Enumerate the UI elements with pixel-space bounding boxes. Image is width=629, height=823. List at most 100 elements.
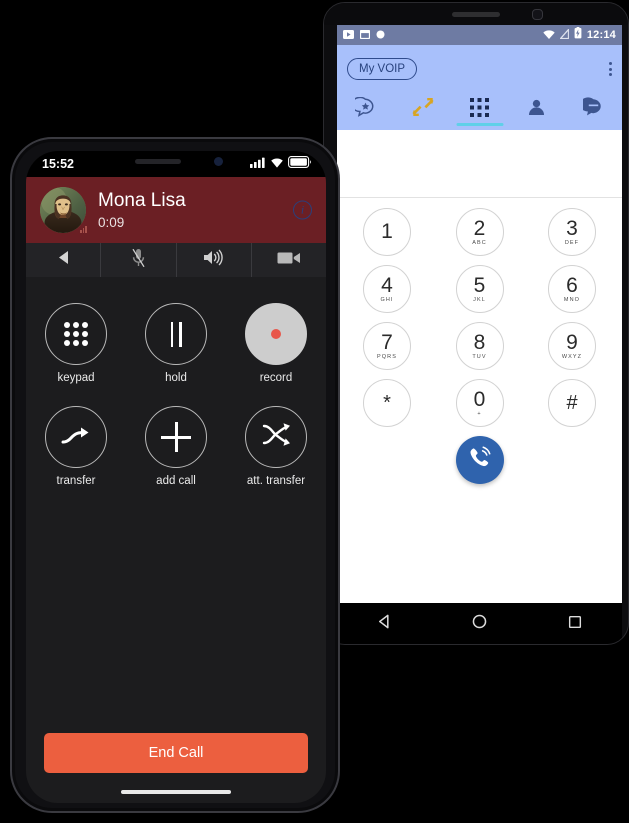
- android-app-bar: My VOIP: [337, 45, 622, 93]
- microphone-muted-icon: [131, 248, 146, 273]
- dial-key-1[interactable]: 1: [363, 208, 411, 256]
- dial-key-letters: ABC: [472, 239, 487, 246]
- dial-key-7[interactable]: 7 PQRS: [363, 322, 411, 370]
- caller-avatar-wrap: [40, 187, 87, 233]
- record-dot-icon: [271, 329, 281, 339]
- overflow-menu-icon[interactable]: [609, 62, 612, 76]
- android-phone: 12:14 My VOIP 1 2 ABC 3 DEF 4 GHI 5 JKL …: [323, 2, 629, 645]
- speech-bubble-star-icon: [351, 96, 376, 123]
- tab-history[interactable]: [394, 93, 451, 126]
- wifi-icon: [270, 155, 284, 173]
- dial-key-digit: 3: [566, 216, 578, 240]
- hold-action: hold: [134, 303, 218, 384]
- caller-name: Mona Lisa: [98, 190, 186, 212]
- account-selector-button[interactable]: My VOIP: [347, 57, 418, 81]
- dial-key-hash[interactable]: #: [548, 379, 596, 427]
- recents-icon[interactable]: [567, 614, 583, 635]
- android-navigation-bar: [337, 603, 622, 644]
- dial-key-5[interactable]: 5 JKL: [455, 265, 504, 313]
- record-label: record: [259, 372, 293, 384]
- dialed-number-field[interactable]: [337, 130, 622, 198]
- transfer-button[interactable]: [45, 406, 107, 468]
- video-icon: [343, 26, 354, 44]
- video-button[interactable]: [252, 243, 326, 277]
- dial-key-6[interactable]: 6 MNO: [548, 265, 596, 313]
- iphone-notch: [101, 151, 251, 173]
- end-call-button[interactable]: End Call: [44, 733, 308, 773]
- android-phone-top-bezel: [324, 3, 628, 25]
- in-call-toolbar: [26, 243, 326, 277]
- mona-lisa-avatar: [40, 187, 86, 233]
- wifi-icon: [543, 26, 555, 44]
- active-tab-indicator: [456, 123, 503, 126]
- tab-messages[interactable]: [565, 93, 622, 126]
- iphone-status-right-icons: [250, 155, 312, 173]
- dial-key-letters: MNO: [563, 296, 581, 303]
- dial-key-letters: DEF: [564, 239, 580, 246]
- record-button[interactable]: [245, 303, 307, 365]
- android-status-bar: 12:14: [337, 25, 622, 45]
- iphone-clock: 15:52: [42, 157, 74, 171]
- tab-contacts[interactable]: [508, 93, 565, 126]
- android-front-camera: [532, 9, 543, 20]
- mute-button[interactable]: [101, 243, 177, 277]
- caller-info: Mona Lisa 0:09: [98, 190, 186, 230]
- dot-icon: [376, 26, 385, 44]
- dial-key-0[interactable]: 0 +: [455, 379, 504, 427]
- iphone-front-camera: [214, 157, 223, 166]
- keypad-label: keypad: [57, 372, 95, 384]
- keypad-button[interactable]: [45, 303, 107, 365]
- transfer-action: transfer: [34, 406, 118, 487]
- pause-bars-icon: [170, 321, 182, 347]
- iphone-earpiece-speaker: [135, 159, 181, 164]
- back-button[interactable]: [26, 243, 102, 277]
- dial-key-3[interactable]: 3 DEF: [548, 208, 596, 256]
- active-call-header: Mona Lisa 0:09 i: [26, 177, 326, 243]
- dial-key-8[interactable]: 8 TUV: [455, 322, 504, 370]
- dial-key-letters: PQRS: [377, 353, 397, 360]
- battery-charging-icon: [574, 26, 582, 44]
- iphone-home-indicator[interactable]: [121, 790, 231, 794]
- call-action-row: keypad hold record: [26, 303, 326, 384]
- dial-key-star[interactable]: *: [363, 379, 411, 427]
- dial-key-digit: #: [566, 392, 578, 414]
- android-earpiece-speaker: [452, 12, 500, 17]
- record-action: record: [234, 303, 318, 384]
- dial-key-9[interactable]: 9 WXYZ: [548, 322, 596, 370]
- add-call-button[interactable]: [145, 406, 207, 468]
- dial-key-digit: 4: [381, 273, 393, 297]
- person-icon: [526, 97, 547, 123]
- transfer-arrow-icon: [60, 423, 92, 452]
- dial-key-digit: 0: [473, 387, 486, 411]
- tab-favorites[interactable]: [337, 93, 394, 126]
- android-dialer-body: 1 2 ABC 3 DEF 4 GHI 5 JKL 6 MNO 7 PQRS 8…: [337, 130, 622, 603]
- back-icon[interactable]: [376, 613, 393, 635]
- speaker-button[interactable]: [177, 243, 252, 277]
- dial-key-letters: TUV: [472, 353, 487, 360]
- dial-key-4[interactable]: 4 GHI: [363, 265, 411, 313]
- hold-button[interactable]: [145, 303, 207, 365]
- dialpad-grid-icon: [470, 97, 489, 122]
- chat-bubble-icon: [579, 96, 604, 123]
- att-transfer-action: att. transfer: [234, 406, 318, 487]
- dial-key-digit: 5: [473, 273, 486, 297]
- transfer-label: transfer: [56, 475, 96, 487]
- dial-key-digit: 9: [566, 330, 578, 354]
- add-call-action: add call: [134, 406, 218, 487]
- plus-icon: [161, 422, 191, 452]
- call-button[interactable]: [455, 436, 504, 484]
- speaker-icon: [203, 249, 225, 271]
- call-info-button[interactable]: i: [293, 200, 312, 220]
- dial-key-digit: 8: [473, 330, 486, 354]
- home-icon[interactable]: [471, 613, 488, 635]
- att-transfer-button[interactable]: [245, 406, 307, 468]
- back-triangle-icon: [57, 250, 70, 270]
- dial-key-2[interactable]: 2 ABC: [455, 208, 504, 256]
- tab-dialpad[interactable]: [451, 93, 508, 126]
- dial-key-letters: +: [477, 410, 482, 417]
- att-transfer-label: att. transfer: [246, 475, 306, 487]
- end-call-wrap: End Call: [26, 733, 326, 773]
- android-dialpad: 1 2 ABC 3 DEF 4 GHI 5 JKL 6 MNO 7 PQRS 8…: [337, 198, 622, 484]
- battery-icon: [288, 155, 312, 173]
- dial-key-digit: *: [383, 392, 391, 414]
